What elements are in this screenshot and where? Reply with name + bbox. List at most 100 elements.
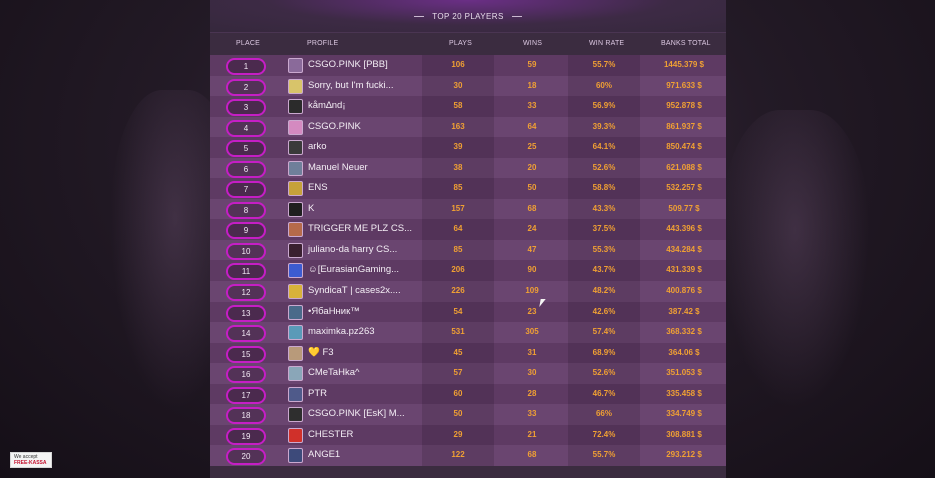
wins-value: 109 xyxy=(525,286,539,296)
win-rate-value: 43.3% xyxy=(592,203,616,213)
free-kassa-badge[interactable]: We accept FREE-KASSA xyxy=(10,452,52,468)
place-badge: 17 xyxy=(226,386,266,404)
table-row[interactable]: 15 💛 F3 45 31 68.9% 364.06 $ xyxy=(210,342,726,364)
table-row[interactable]: 5 arko 39 25 64.1% 850.474 $ xyxy=(210,137,726,158)
table-row[interactable]: 12 SyndicaT | cases2x.... 226 109 48.2% 400.8… xyxy=(210,281,726,302)
banks-total-value: 952.878 $ xyxy=(666,101,702,111)
plays-value: 39 xyxy=(453,142,463,152)
avatar[interactable] xyxy=(288,366,303,382)
player-name-link[interactable]: juliano-da harry CS... xyxy=(308,244,397,255)
background-soldier-right xyxy=(720,110,870,410)
plays-value: 54 xyxy=(453,306,463,316)
player-name-link[interactable]: SyndicaT | cases2x.... xyxy=(308,285,401,296)
avatar[interactable] xyxy=(288,99,303,115)
win-rate-value: 57.4% xyxy=(592,327,616,337)
win-rate-value: 42.6% xyxy=(592,306,616,316)
win-rate-value: 52.6% xyxy=(592,368,616,378)
player-name-link[interactable]: kåm∆nd¡ xyxy=(308,100,346,111)
win-rate-value: 72.4% xyxy=(592,429,616,439)
banks-total-value: 850.474 $ xyxy=(666,142,702,152)
place-badge: 19 xyxy=(226,427,266,445)
avatar[interactable] xyxy=(288,407,303,423)
player-name-link[interactable]: 💛 F3 xyxy=(308,347,334,358)
table-row[interactable]: 9 TRIGGER ME PLZ CS... 64 24 37.5% 443.396 $ xyxy=(210,219,726,240)
player-name-link[interactable]: Sorry, but I'm fucki... xyxy=(308,80,394,91)
win-rate-value: 55.3% xyxy=(592,244,616,254)
avatar[interactable] xyxy=(288,448,303,464)
table-row[interactable]: 4 CSGO.PINK 163 64 39.3% 861.937 $ xyxy=(210,116,726,138)
plays-value: 64 xyxy=(453,224,463,234)
banks-total-value: 509.77 $ xyxy=(668,203,700,213)
avatar[interactable] xyxy=(288,284,303,300)
avatar[interactable] xyxy=(288,181,303,197)
plays-value: 45 xyxy=(453,347,463,357)
table-row[interactable]: 11 ☺[EurasianGaming... 206 90 43.7% 431.339 $ xyxy=(210,260,726,282)
avatar[interactable] xyxy=(288,78,303,94)
table-row[interactable]: 16 CMeTaHka^ 57 30 52.6% 351.053 $ xyxy=(210,363,726,384)
player-name-link[interactable]: ENS xyxy=(308,182,328,193)
panel-title-text: TOP 20 PLAYERS xyxy=(432,11,504,21)
col-banks-total: BANKS TOTAL xyxy=(661,40,711,47)
table-row[interactable]: 6 Manuel Neuer 38 20 52.6% 621.088 $ xyxy=(210,157,726,179)
player-name-link[interactable]: maximka.pz263 xyxy=(308,326,375,337)
wins-value: 18 xyxy=(527,80,537,90)
banks-total-value: 621.088 $ xyxy=(666,162,702,172)
avatar[interactable] xyxy=(288,263,303,279)
win-rate-value: 37.5% xyxy=(592,224,616,234)
avatar[interactable] xyxy=(288,58,303,73)
table-row[interactable]: 19 CHESTER 29 21 72.4% 308.881 $ xyxy=(210,424,726,446)
banks-total-value: 308.881 $ xyxy=(666,429,702,439)
table-row[interactable]: 1 CSGO.PINK [PBB] 106 59 55.7% 1445.379 $ xyxy=(210,55,726,76)
win-rate-value: 60% xyxy=(595,80,612,90)
avatar[interactable] xyxy=(288,386,303,402)
player-name-link[interactable]: CSGO.PINK [EsK] M... xyxy=(308,408,405,419)
avatar[interactable] xyxy=(288,201,303,217)
place-badge: 3 xyxy=(226,99,266,117)
player-name-link[interactable]: •ЯбаНник™ xyxy=(308,306,360,317)
table-row[interactable]: 2 Sorry, but I'm fucki... 30 18 60% 971.633 $ xyxy=(210,75,726,97)
player-name-link[interactable]: CHESTER xyxy=(308,429,353,440)
table-row[interactable]: 8 K 157 68 43.3% 509.77 $ xyxy=(210,198,726,220)
avatar[interactable] xyxy=(288,160,303,176)
banks-total-value: 335.458 $ xyxy=(666,388,702,398)
table-row[interactable]: 3 kåm∆nd¡ 58 33 56.9% 952.878 $ xyxy=(210,96,726,117)
avatar[interactable] xyxy=(288,345,303,361)
banks-total-value: 443.396 $ xyxy=(666,224,702,234)
wins-value: 305 xyxy=(525,327,539,337)
plays-value: 163 xyxy=(451,121,465,131)
place-badge: 2 xyxy=(226,78,266,96)
player-name-link[interactable]: CSGO.PINK [PBB] xyxy=(308,59,388,70)
banks-total-value: 400.876 $ xyxy=(666,286,702,296)
player-name-link[interactable]: Manuel Neuer xyxy=(308,162,368,173)
avatar[interactable] xyxy=(288,304,303,320)
avatar[interactable] xyxy=(288,325,303,341)
player-name-link[interactable]: CMeTaHka^ xyxy=(308,367,359,378)
table-row[interactable]: 14 maximka.pz263 531 305 57.4% 368.332 $ xyxy=(210,322,726,343)
player-name-link[interactable]: ANGE1 xyxy=(308,449,340,460)
table-row[interactable]: 17 PTR 60 28 46.7% 335.458 $ xyxy=(210,383,726,405)
player-name-link[interactable]: TRIGGER ME PLZ CS... xyxy=(308,223,412,234)
player-name-link[interactable]: arko xyxy=(308,141,326,152)
player-name-link[interactable]: CSGO.PINK xyxy=(308,121,361,132)
table-row[interactable]: 18 CSGO.PINK [EsK] M... 50 33 66% 334.749 $ xyxy=(210,404,726,425)
panel-title: TOP 20 PLAYERS xyxy=(414,11,522,21)
avatar[interactable] xyxy=(288,119,303,135)
place-badge: 7 xyxy=(226,181,266,199)
table-row[interactable]: 10 juliano-da harry CS... 85 47 55.3% 434.284… xyxy=(210,239,726,261)
leaderboard-table: 1 CSGO.PINK [PBB] 106 59 55.7% 1445.379 $2 Sor… xyxy=(210,55,726,466)
avatar[interactable] xyxy=(288,242,303,258)
table-row[interactable]: 13 •ЯбаНник™ 54 23 42.6% 387.42 $ xyxy=(210,301,726,323)
table-row[interactable]: 20 ANGE1 122 68 55.7% 293.212 $ xyxy=(210,445,726,466)
player-name-link[interactable]: PTR xyxy=(308,388,327,399)
wins-value: 31 xyxy=(527,347,537,357)
player-name-link[interactable]: K xyxy=(308,203,314,214)
plays-value: 38 xyxy=(453,162,463,172)
avatar[interactable] xyxy=(288,222,303,238)
avatar[interactable] xyxy=(288,427,303,443)
avatar[interactable] xyxy=(288,140,303,156)
player-name-link[interactable]: ☺[EurasianGaming... xyxy=(308,264,399,275)
plays-value: 106 xyxy=(451,60,465,69)
plays-value: 226 xyxy=(451,286,465,296)
table-row[interactable]: 7 ENS 85 50 58.8% 532.257 $ xyxy=(210,178,726,199)
plays-value: 29 xyxy=(453,429,463,439)
